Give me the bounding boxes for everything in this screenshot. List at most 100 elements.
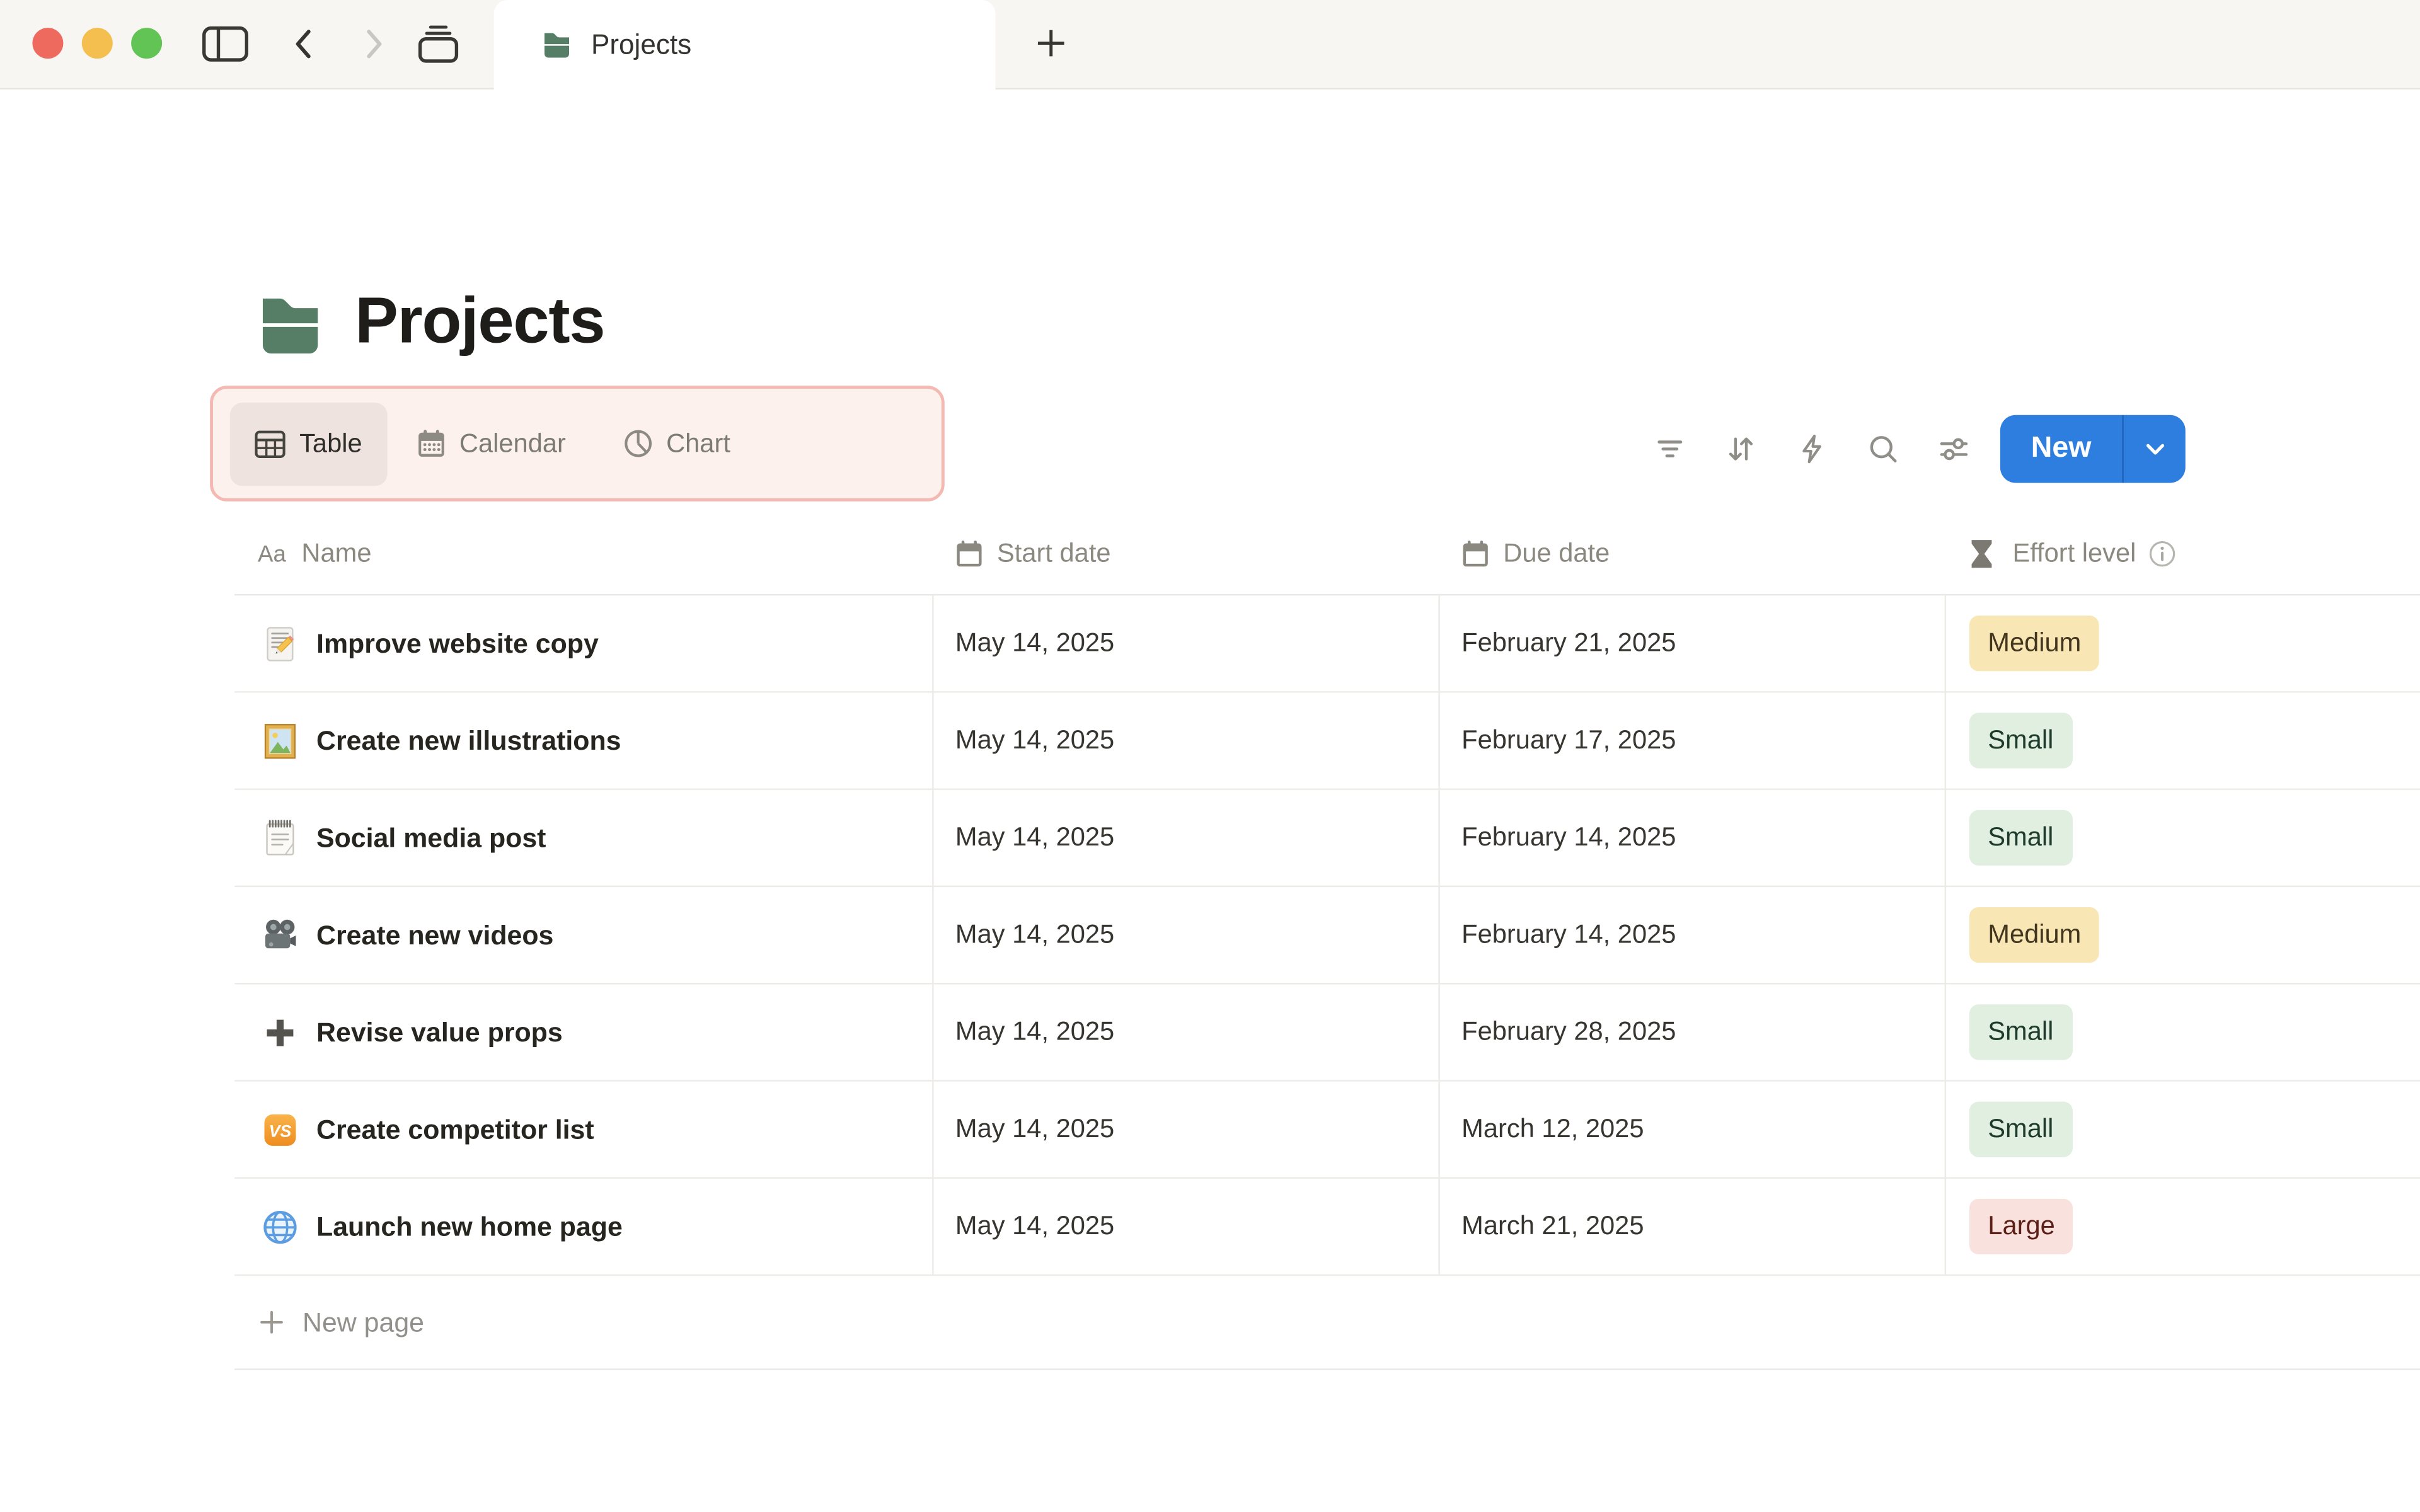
cell-start-date[interactable]: May 14, 2025 (932, 1211, 1438, 1242)
plus-icon (1035, 28, 1066, 59)
cell-name[interactable]: Launch new home page (234, 1207, 932, 1246)
cell-name[interactable]: Improve website copy (234, 624, 932, 663)
cell-name[interactable]: Revise value props (234, 1013, 932, 1051)
customize-sliders-icon[interactable] (1937, 432, 1971, 466)
forward-button[interactable] (361, 26, 388, 62)
cell-due-date[interactable]: February 14, 2025 (1438, 920, 1944, 951)
view-tab-label: Calendar (459, 428, 566, 458)
sidebar-toggle-icon (202, 26, 249, 62)
page-title[interactable]: Projects (355, 284, 605, 358)
hourglass-icon (1969, 539, 1994, 570)
cell-start-date[interactable]: May 14, 2025 (932, 725, 1438, 756)
column-label: Effort level (2012, 538, 2136, 568)
effort-badge: Large (1969, 1199, 2074, 1254)
cell-effort-level[interactable]: Small (1945, 713, 2420, 769)
cell-name[interactable]: Create new videos (234, 915, 932, 954)
app-window: Projects Projects Table Calendar Chart N… (0, 0, 2420, 1512)
plus-emoji (261, 1013, 299, 1051)
plus-icon (259, 1310, 284, 1334)
new-page-label: New page (302, 1306, 425, 1337)
page-name: Social media post (316, 822, 546, 853)
cell-start-date[interactable]: May 14, 2025 (932, 628, 1438, 659)
search-icon[interactable] (1866, 432, 1900, 466)
table-row[interactable]: Create new illustrations May 14, 2025 Fe… (234, 693, 2420, 790)
column-label: Start date (997, 538, 1111, 568)
cell-start-date[interactable]: May 14, 2025 (932, 1114, 1438, 1145)
back-button[interactable] (290, 26, 316, 62)
cell-start-date[interactable]: May 14, 2025 (932, 822, 1438, 853)
cell-name[interactable]: Social media post (234, 818, 932, 857)
tabs-history-button[interactable] (418, 25, 459, 63)
column-header-start-date[interactable]: Start date (932, 539, 1438, 570)
memo-emoji (261, 624, 299, 663)
column-header-name[interactable]: Aa Name (234, 539, 932, 570)
titlebar: Projects (0, 0, 2420, 90)
column-divider[interactable] (1438, 593, 1440, 1274)
stacked-tabs-icon (418, 25, 459, 63)
column-divider[interactable] (1944, 593, 1947, 1274)
table-row[interactable]: Social media post May 14, 2025 February … (234, 790, 2420, 888)
cell-effort-level[interactable]: Large (1945, 1199, 2420, 1254)
cell-effort-level[interactable]: Medium (1945, 616, 2420, 672)
new-tab-button[interactable] (1035, 28, 1066, 59)
page-name: Improve website copy (316, 627, 599, 658)
cell-name[interactable]: VS Create competitor list (234, 1110, 932, 1148)
cell-name[interactable]: Create new illustrations (234, 721, 932, 760)
table-row[interactable]: Improve website copy May 14, 2025 Februa… (234, 595, 2420, 693)
effort-badge: Medium (1969, 907, 2100, 963)
automations-lightning-icon[interactable] (1795, 432, 1829, 466)
sort-icon[interactable] (1724, 432, 1758, 466)
tab-chart-view[interactable]: Chart (623, 428, 730, 459)
cell-effort-level[interactable]: Medium (1945, 907, 2420, 963)
calendar-icon (416, 429, 446, 459)
column-header-due-date[interactable]: Due date (1438, 539, 1944, 570)
new-button[interactable]: New (2000, 415, 2122, 483)
chevron-down-icon (2145, 442, 2165, 456)
cell-due-date[interactable]: February 28, 2025 (1438, 1017, 1944, 1048)
table-row[interactable]: VS Create competitor list May 14, 2025 M… (234, 1082, 2420, 1179)
zoom-window-button[interactable] (131, 28, 163, 59)
table-row[interactable]: Launch new home page May 14, 2025 March … (234, 1179, 2420, 1276)
toggle-sidebar-button[interactable] (202, 26, 249, 62)
tab-table-view[interactable]: Table (229, 401, 387, 486)
table-icon (255, 430, 285, 457)
text-property-icon: Aa (257, 541, 286, 568)
column-header-effort-level[interactable]: Effort level (1945, 539, 2420, 570)
column-label: Name (301, 538, 372, 568)
cell-start-date[interactable]: May 14, 2025 (932, 1017, 1438, 1048)
new-button-dropdown[interactable] (2124, 415, 2186, 483)
tab-calendar-view[interactable]: Calendar (416, 428, 566, 459)
table-row[interactable]: Create new videos May 14, 2025 February … (234, 887, 2420, 985)
filter-icon[interactable] (1653, 432, 1687, 466)
page-name: Create competitor list (316, 1113, 594, 1144)
cell-effort-level[interactable]: Small (1945, 1101, 2420, 1157)
green-folder-icon (540, 28, 572, 60)
cell-effort-level[interactable]: Small (1945, 1004, 2420, 1060)
page-name: Create new illustrations (316, 724, 621, 755)
cell-start-date[interactable]: May 14, 2025 (932, 920, 1438, 951)
cell-due-date[interactable]: February 14, 2025 (1438, 822, 1944, 853)
cell-due-date[interactable]: March 12, 2025 (1438, 1114, 1944, 1145)
effort-badge: Small (1969, 1004, 2072, 1060)
new-button-label: New (2031, 432, 2092, 465)
column-label: Due date (1503, 538, 1610, 568)
cell-due-date[interactable]: February 21, 2025 (1438, 628, 1944, 659)
effort-badge: Small (1969, 713, 2072, 769)
table-row[interactable]: Revise value props May 14, 2025 February… (234, 984, 2420, 1082)
page-name: Launch new home page (316, 1210, 623, 1242)
new-page-button[interactable]: New page (234, 1276, 2420, 1370)
tab-projects[interactable]: Projects (493, 0, 996, 90)
column-divider[interactable] (932, 593, 934, 1274)
info-icon[interactable] (2148, 540, 2176, 568)
movie-camera-emoji (261, 915, 299, 954)
spiral-notepad-emoji (261, 818, 299, 857)
calendar-icon (955, 540, 983, 568)
tab-title: Projects (591, 28, 692, 60)
cell-effort-level[interactable]: Small (1945, 810, 2420, 866)
minimize-window-button[interactable] (81, 28, 113, 59)
cell-due-date[interactable]: February 17, 2025 (1438, 725, 1944, 756)
vs-emoji: VS (261, 1110, 299, 1148)
close-window-button[interactable] (32, 28, 64, 59)
cell-due-date[interactable]: March 21, 2025 (1438, 1211, 1944, 1242)
page-icon-folder[interactable] (253, 290, 326, 362)
